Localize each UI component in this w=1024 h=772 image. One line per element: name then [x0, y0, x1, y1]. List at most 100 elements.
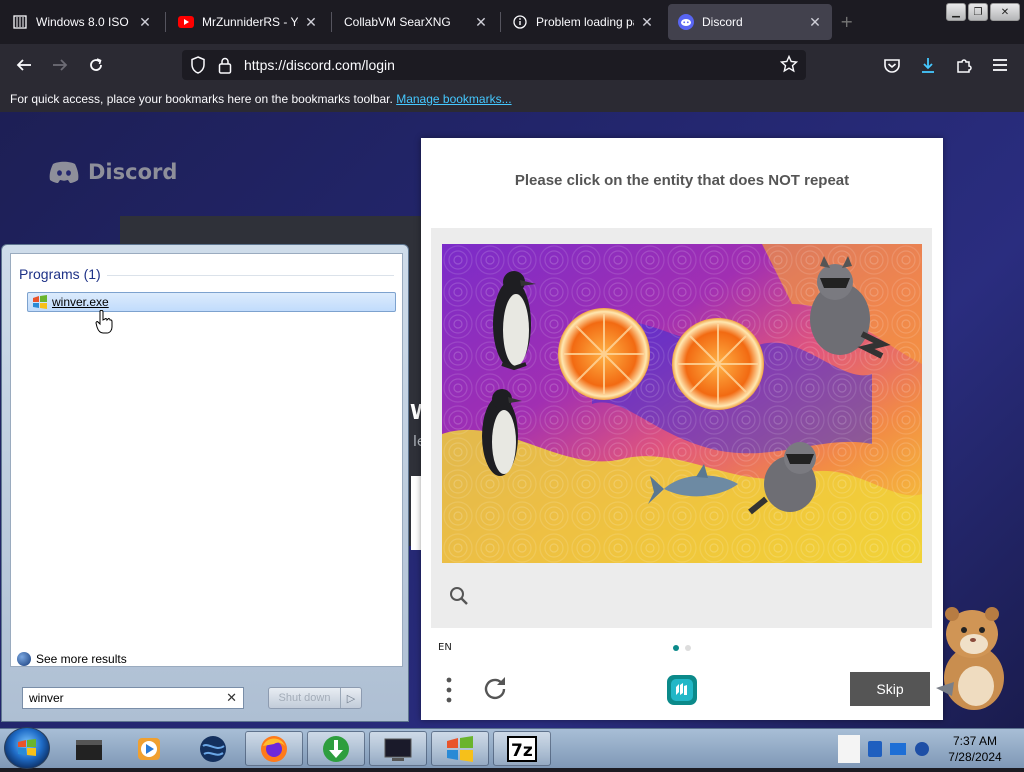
shutdown-label[interactable]: Shut down: [269, 688, 341, 708]
refresh-challenge-icon[interactable]: [481, 675, 509, 707]
manage-bookmarks-link[interactable]: Manage bookmarks...: [396, 92, 511, 106]
taskbar-download-manager[interactable]: [307, 731, 365, 766]
tab-windows-iso[interactable]: Windows 8.0 ISO (64 ✕: [2, 4, 162, 40]
tab-youtube[interactable]: MrZunniderRS - You ✕: [168, 4, 328, 40]
language-selector[interactable]: EN: [438, 642, 452, 653]
keyboard-layout-icon[interactable]: [838, 735, 860, 763]
back-icon[interactable]: [12, 53, 36, 77]
captcha-image[interactable]: [442, 244, 922, 563]
minimize-icon[interactable]: ▁: [946, 3, 966, 21]
magnifier-icon[interactable]: [449, 586, 469, 610]
taskbar: 7z 7:37 AM 7/28/2024: [0, 727, 1024, 769]
captcha-challenge: Please click on the entity that does NOT…: [421, 138, 943, 720]
taskbar-screen[interactable]: [369, 731, 427, 766]
clock-time: 7:37 AM: [952, 734, 998, 748]
close-icon[interactable]: ✕: [304, 14, 318, 31]
result-label: winver.exe: [52, 295, 109, 309]
bookmarks-toolbar: For quick access, place your bookmarks h…: [0, 86, 1024, 112]
close-window-icon[interactable]: ✕: [990, 3, 1020, 21]
network-icon[interactable]: [890, 743, 906, 755]
progress-dot-active: [673, 645, 679, 651]
bookmarks-hint: For quick access, place your bookmarks h…: [10, 92, 393, 106]
see-more-label: See more results: [36, 652, 127, 666]
extensions-icon[interactable]: [952, 53, 976, 77]
security-icon[interactable]: [868, 741, 882, 757]
programs-heading: Programs (1): [19, 266, 101, 282]
tab-label: Windows 8.0 ISO (64: [36, 15, 132, 29]
url-bar[interactable]: https://discord.com/login: [182, 50, 806, 80]
more-options-icon[interactable]: [445, 676, 453, 708]
taskbar-app-window[interactable]: [60, 731, 118, 766]
tab-divider: [165, 12, 166, 32]
window-controls: ▁ ❐ ✕: [946, 3, 1020, 21]
hcaptcha-logo-icon[interactable]: [665, 673, 699, 711]
windows-logo-icon: [18, 739, 36, 756]
heading-divider: [107, 275, 394, 276]
firefox-icon: [261, 735, 287, 762]
url-text[interactable]: https://discord.com/login: [244, 57, 395, 73]
close-icon[interactable]: ✕: [808, 14, 822, 31]
youtube-icon: [178, 14, 194, 30]
close-icon[interactable]: ✕: [640, 14, 654, 31]
start-menu: Programs (1) winver.exe See more results…: [1, 244, 409, 722]
orange-slice-left[interactable]: [558, 308, 650, 400]
forward-icon[interactable]: [48, 53, 72, 77]
captcha-task-area: [431, 228, 932, 628]
screen-icon: [384, 738, 412, 761]
discord-icon: [678, 14, 694, 30]
winver-result[interactable]: winver.exe: [27, 292, 396, 312]
media-player-icon: [138, 737, 160, 760]
archive-icon: [12, 14, 28, 30]
challenge-progress: [673, 645, 691, 651]
system-clock[interactable]: 7:37 AM 7/28/2024: [938, 733, 1012, 765]
7zip-icon: 7z: [507, 735, 537, 762]
discord-brand[interactable]: Discord: [48, 160, 177, 184]
start-button[interactable]: [4, 727, 50, 769]
start-menu-results: Programs (1) winver.exe See more results: [10, 253, 403, 667]
search-globe-icon: [17, 652, 31, 666]
volume-icon[interactable]: [915, 742, 929, 756]
close-icon[interactable]: ✕: [138, 14, 152, 31]
tab-searxng[interactable]: CollabVM SearXNG ✕: [334, 4, 498, 40]
tab-problem-loading[interactable]: Problem loading pag ✕: [502, 4, 664, 40]
orange-slice-right[interactable]: [672, 318, 764, 410]
progress-dot: [685, 645, 691, 651]
tab-bar: Windows 8.0 ISO (64 ✕ MrZunniderRS - You…: [0, 0, 1024, 44]
download-manager-icon: [323, 735, 349, 762]
downloads-icon[interactable]: [916, 53, 940, 77]
info-icon: [512, 14, 528, 30]
chevron-right-icon[interactable]: ▷: [341, 688, 361, 708]
reload-icon[interactable]: [84, 53, 108, 77]
taskbar-media-player[interactable]: [120, 731, 178, 766]
tab-label: Discord: [702, 15, 743, 29]
shield-icon[interactable]: [190, 56, 206, 77]
shutdown-button[interactable]: Shut down ▷: [268, 687, 362, 709]
svg-text:7z: 7z: [511, 741, 533, 761]
tab-label: CollabVM SearXNG: [344, 15, 451, 29]
see-more-results[interactable]: See more results: [17, 652, 127, 666]
start-search-input[interactable]: winver ✕: [22, 687, 244, 709]
hand-cursor-icon: [95, 309, 113, 338]
taskbar-7zip[interactable]: 7z: [493, 731, 551, 766]
new-tab-icon[interactable]: +: [840, 12, 853, 31]
lock-icon[interactable]: [218, 56, 232, 77]
taskbar-windows[interactable]: [431, 731, 489, 766]
bookmark-star-icon[interactable]: [779, 54, 799, 76]
restore-icon[interactable]: ❐: [968, 3, 988, 21]
search-value: winver: [29, 691, 64, 705]
windows-flag-icon: [33, 295, 47, 309]
menu-icon[interactable]: [988, 53, 1012, 77]
taskbar-browser[interactable]: [184, 731, 242, 766]
taskbar-firefox[interactable]: [245, 731, 303, 766]
pocket-icon[interactable]: [880, 53, 904, 77]
skip-button[interactable]: Skip: [850, 672, 930, 706]
hamster-image: [932, 604, 1012, 718]
clear-search-icon[interactable]: ✕: [226, 690, 237, 706]
browser-globe-icon: [200, 735, 226, 762]
nav-bar: https://discord.com/login: [0, 44, 1024, 86]
tab-discord[interactable]: Discord ✕: [668, 4, 832, 40]
tab-label: MrZunniderRS - You: [202, 15, 298, 29]
close-icon[interactable]: ✕: [474, 14, 488, 31]
clock-date: 7/28/2024: [948, 750, 1002, 764]
captcha-prompt: Please click on the entity that does NOT…: [514, 172, 850, 189]
